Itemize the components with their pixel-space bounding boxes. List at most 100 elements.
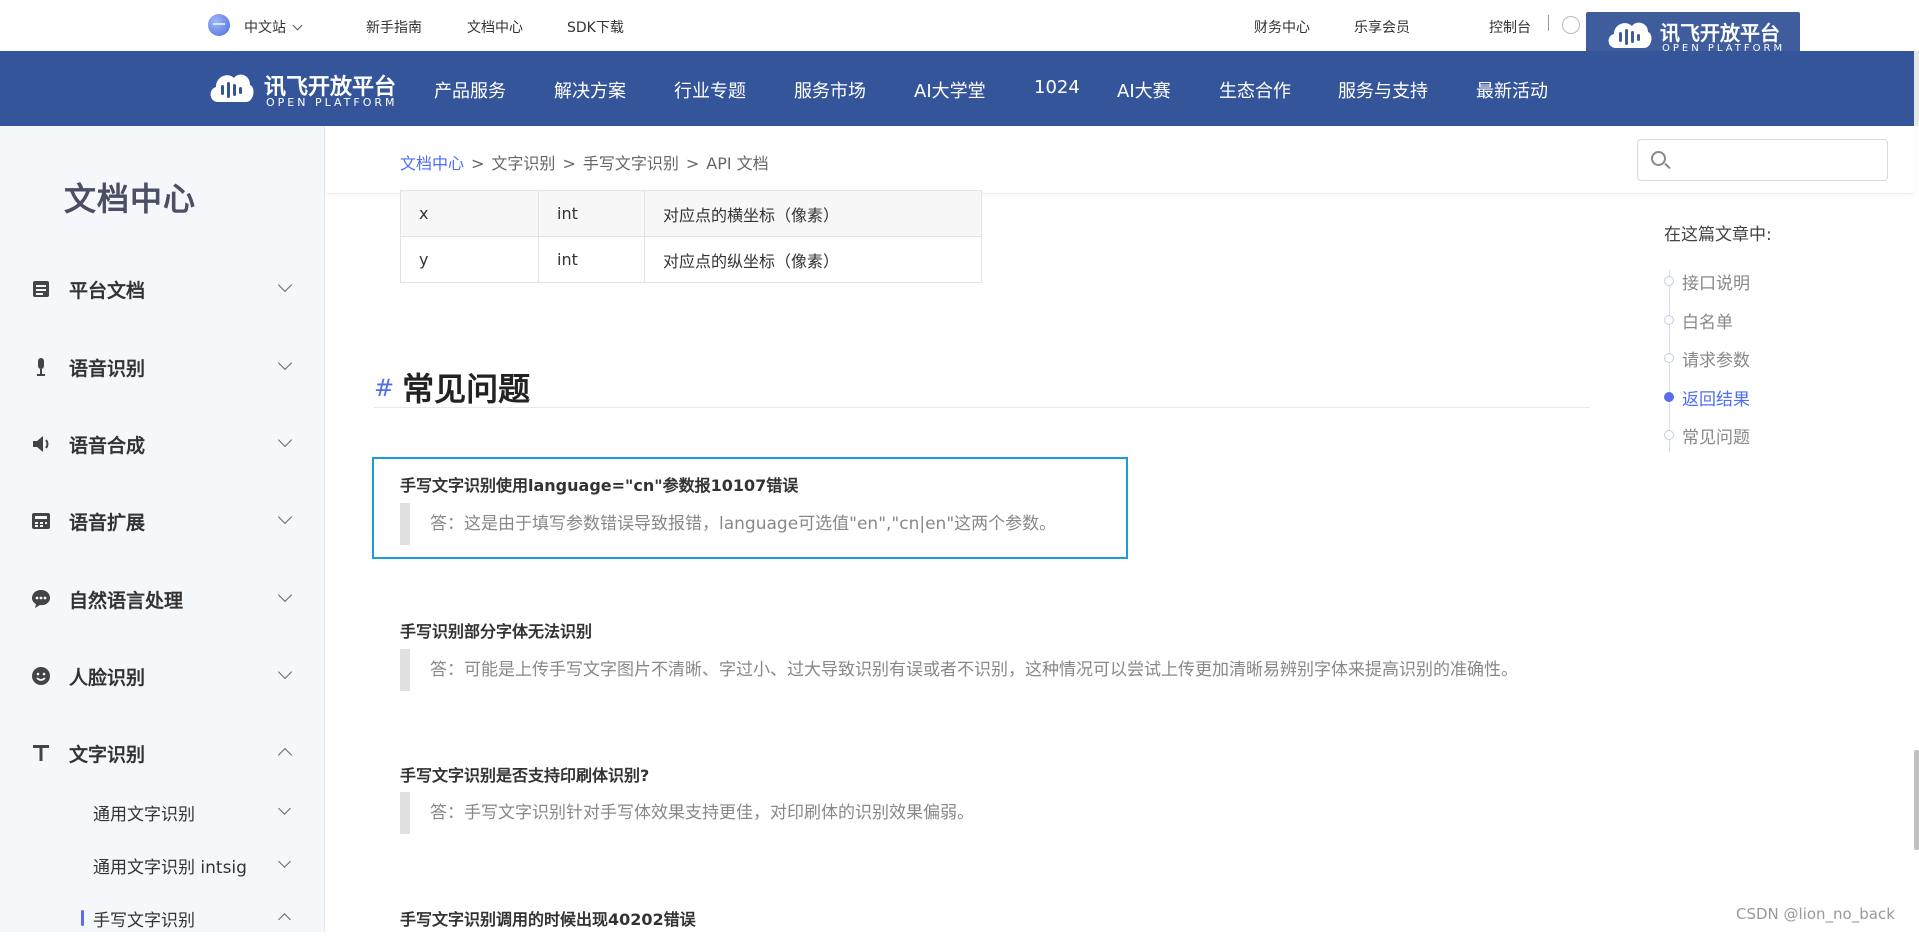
nav-latest[interactable]: 最新活动 xyxy=(1476,77,1548,103)
active-indicator xyxy=(81,910,84,926)
search-icon[interactable] xyxy=(1651,151,1666,166)
link-console[interactable]: 控制台 xyxy=(1489,17,1531,37)
sidebar-item-label: 文字识别 xyxy=(69,744,146,766)
nav-brand-sub: OPEN PLATFORM xyxy=(266,96,398,109)
sidebar-subitem-label: 通用文字识别 xyxy=(93,805,195,825)
toc-item-label: 请求参数 xyxy=(1682,351,1750,371)
sidebar-item-label: 平台文档 xyxy=(69,280,146,302)
chevron-down-icon xyxy=(278,855,291,868)
scrollbar-thumb[interactable] xyxy=(1914,750,1919,850)
breadcrumb-handwriting[interactable]: 手写文字识别 xyxy=(583,154,679,173)
breadcrumb-separator: > xyxy=(562,154,576,173)
table-row: y int 对应点的纵坐标（像素） xyxy=(400,236,982,283)
sidebar-item-label: 人脸识别 xyxy=(69,667,146,689)
faq-question: 手写识别部分字体无法识别 xyxy=(400,622,593,641)
faq-answer: 答：手写文字识别针对手写体效果支持更佳，对印刷体的识别效果偏弱。 xyxy=(400,792,974,834)
toc-item-request-params[interactable]: 请求参数 xyxy=(1664,343,1864,373)
doc-sidebar: 文档中心 平台文档 语音识别 语音合成 语音扩展 自然语言处理 人脸识别 文字识… xyxy=(0,126,325,932)
sidebar-item-platform-docs[interactable]: 平台文档 xyxy=(0,268,325,308)
toc-item-faq[interactable]: 常见问题 xyxy=(1664,420,1864,450)
breadcrumb-doc-center[interactable]: 文档中心 xyxy=(400,154,464,173)
sidebar-item-speech-extension[interactable]: 语音扩展 xyxy=(0,500,325,540)
sidebar-title: 文档中心 xyxy=(64,180,197,218)
nav-1024[interactable]: 1024 xyxy=(1034,77,1080,98)
breadcrumb-ocr[interactable]: 文字识别 xyxy=(491,154,555,173)
watermark: CSDN @lion_no_back xyxy=(1736,905,1895,923)
breadcrumb: 文档中心 > 文字识别 > 手写文字识别 > API 文档 xyxy=(400,150,769,174)
cloud-logo-icon[interactable] xyxy=(205,68,257,108)
nav-ai-contest[interactable]: AI大赛 xyxy=(1117,77,1171,103)
toc-item-label: 返回结果 xyxy=(1682,390,1750,410)
toc-item-label: 接口说明 xyxy=(1682,274,1750,294)
chevron-down-icon xyxy=(278,802,291,815)
toc-dot xyxy=(1664,276,1674,286)
link-beginner-guide[interactable]: 新手指南 xyxy=(366,17,422,37)
scrollbar-track xyxy=(1914,51,1919,126)
table-cell: 对应点的横坐标（像素） xyxy=(644,190,982,237)
toc-title: 在这篇文章中: xyxy=(1664,225,1772,245)
search-input[interactable] xyxy=(1674,146,1874,174)
toc-dot-active xyxy=(1664,392,1674,402)
sidebar-item-label: 语音扩展 xyxy=(69,512,146,534)
toc-item-whitelist[interactable]: 白名单 xyxy=(1664,305,1864,335)
search-box[interactable] xyxy=(1637,139,1888,181)
user-avatar-icon[interactable] xyxy=(1562,16,1580,34)
table-cell: x xyxy=(400,190,539,237)
table-row: x int 对应点的横坐标（像素） xyxy=(400,190,982,237)
chevron-down-icon xyxy=(277,432,293,448)
link-member[interactable]: 乐享会员 xyxy=(1354,17,1410,37)
sidebar-item-label: 语音识别 xyxy=(69,358,146,380)
badge-brand-name: 讯飞开放平台 xyxy=(1660,21,1780,45)
link-doc-center[interactable]: 文档中心 xyxy=(467,17,523,37)
toc-item-response[interactable]: 返回结果 xyxy=(1664,382,1864,412)
section-heading: # 常见问题 xyxy=(374,364,530,410)
chevron-up-icon xyxy=(277,747,293,763)
link-finance-center[interactable]: 财务中心 xyxy=(1254,17,1310,37)
table-cell: int xyxy=(538,190,645,237)
sidebar-item-label: 自然语言处理 xyxy=(69,590,184,612)
faq-question: 手写文字识别使用language="cn"参数报10107错误 xyxy=(400,476,799,495)
chevron-down-icon xyxy=(277,277,293,293)
chevron-down-icon xyxy=(292,20,303,31)
sidebar-item-speech-synthesis[interactable]: 语音合成 xyxy=(0,423,325,463)
microphone-icon xyxy=(37,358,45,376)
sidebar-subitem-label: 通用文字识别 intsig xyxy=(93,858,247,878)
locale-switcher[interactable]: 中文站 xyxy=(244,17,303,37)
toc-dot xyxy=(1664,353,1674,363)
link-sdk-download[interactable]: SDK下载 xyxy=(567,17,624,37)
nav-solutions[interactable]: 解决方案 xyxy=(554,77,626,103)
nav-support[interactable]: 服务与支持 xyxy=(1338,77,1428,103)
nav-ai-academy[interactable]: AI大学堂 xyxy=(914,77,986,103)
sidebar-subitem-handwriting-ocr[interactable]: 手写文字识别 xyxy=(0,900,325,936)
divider xyxy=(1548,15,1549,31)
sidebar-subitem-general-ocr-intsig[interactable]: 通用文字识别 intsig xyxy=(0,847,325,883)
table-cell: y xyxy=(400,236,539,283)
toc-item-label: 常见问题 xyxy=(1682,428,1750,448)
text-t-icon xyxy=(33,745,49,761)
table-cell: int xyxy=(538,236,645,283)
sidebar-item-face-recognition[interactable]: 人脸识别 xyxy=(0,655,325,695)
breadcrumb-api-doc: API 文档 xyxy=(706,154,769,173)
nav-market[interactable]: 服务市场 xyxy=(794,77,866,103)
document-icon xyxy=(33,281,49,297)
smiley-icon xyxy=(32,667,50,685)
sidebar-item-nlp[interactable]: 自然语言处理 xyxy=(0,578,325,618)
globe-icon xyxy=(208,14,230,36)
faq-answer: 答：可能是上传手写文字图片不清晰、字过小、过大导致识别有误或者不识别，这种情况可… xyxy=(400,649,1518,691)
sidebar-item-speech-recognition[interactable]: 语音识别 xyxy=(0,346,325,386)
main-navbar: 讯飞开放平台 OPEN PLATFORM 产品服务 解决方案 行业专题 服务市场… xyxy=(0,51,1919,126)
calculator-icon xyxy=(32,513,50,529)
top-utility-bar: 中文站 新手指南 文档中心 SDK下载 财务中心 乐享会员 控制台 讯飞开放平台… xyxy=(0,0,1919,60)
nav-ecosystem[interactable]: 生态合作 xyxy=(1219,77,1291,103)
nav-industry[interactable]: 行业专题 xyxy=(674,77,746,103)
toc-item-interface[interactable]: 接口说明 xyxy=(1664,266,1864,296)
sidebar-subitem-label: 手写文字识别 xyxy=(93,911,195,931)
sidebar-item-ocr[interactable]: 文字识别 xyxy=(0,732,325,772)
cloud-logo-icon xyxy=(1608,22,1652,48)
chat-bubble-icon xyxy=(32,590,50,608)
anchor-hash[interactable]: # xyxy=(374,374,394,402)
sidebar-subitem-general-ocr[interactable]: 通用文字识别 xyxy=(0,794,325,830)
faq-question: 手写文字识别调用的时候出现40202错误 xyxy=(400,910,696,929)
section-title: 常见问题 xyxy=(402,370,531,408)
nav-products[interactable]: 产品服务 xyxy=(434,77,506,103)
